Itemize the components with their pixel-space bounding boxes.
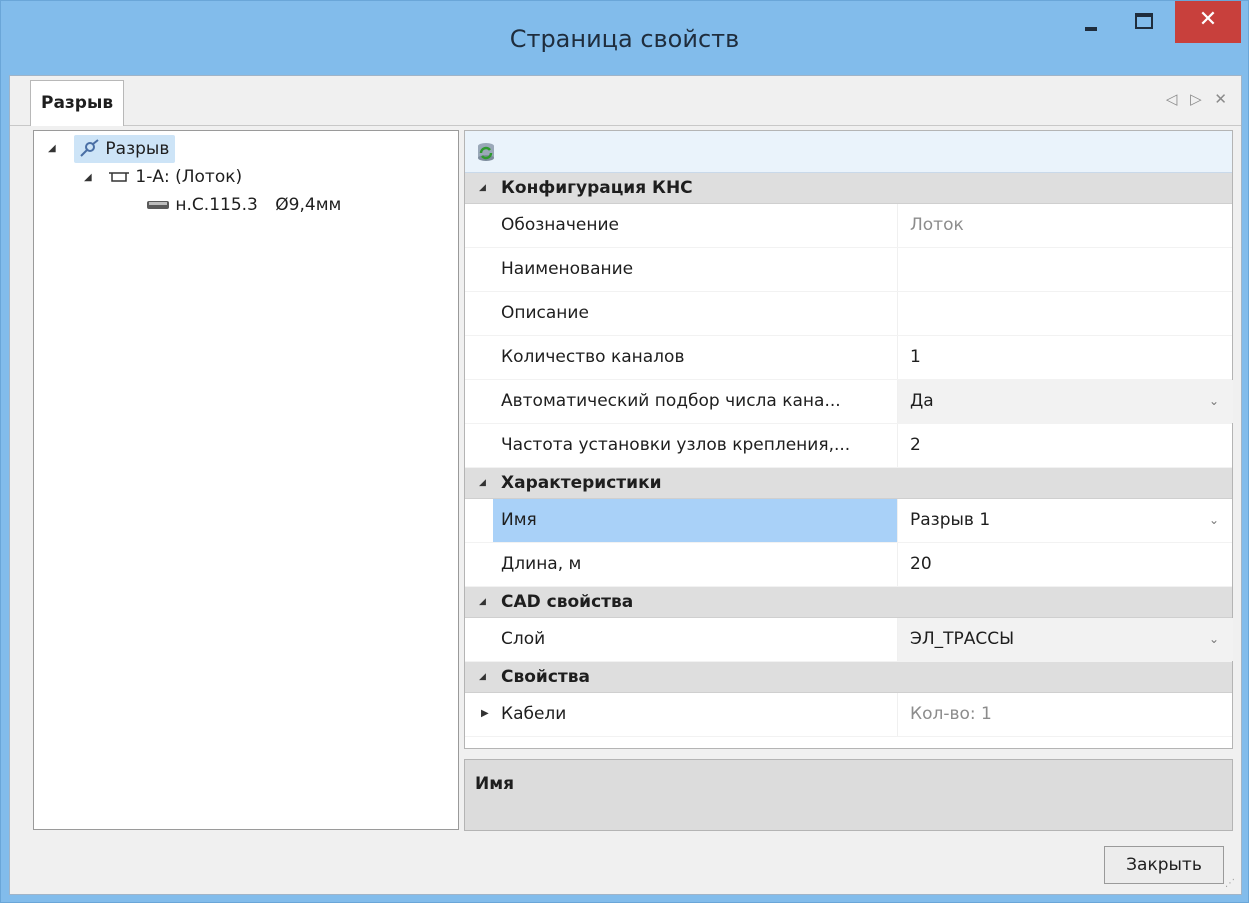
property-value-cables[interactable]: Кол-во: 1 <box>897 693 1233 736</box>
tray-icon <box>109 172 129 182</box>
property-value-length[interactable]: 20 <box>897 543 1233 586</box>
property-description-title: Имя <box>475 774 515 794</box>
category-cad-properties[interactable]: ◢ CAD свойства <box>465 587 1232 618</box>
property-value-designation[interactable]: Лоток <box>897 204 1233 247</box>
tree-node-cable[interactable]: н.С.115.3 Ø9,4мм <box>146 191 341 219</box>
minimize-button[interactable] <box>1069 1 1113 41</box>
property-grid: ◢ Конфигурация КНС Обозначение Лоток Наи… <box>464 130 1233 749</box>
property-description-panel: Имя <box>464 759 1233 831</box>
object-tree: ◢ Разрыв ◢ 1-А: (Лоток) н.С.115.3 Ø9,4мм <box>33 130 459 830</box>
chevron-down-icon: ⌄ <box>1208 513 1219 527</box>
maximize-button[interactable] <box>1121 1 1167 41</box>
property-row-cables[interactable]: ▶ Кабели Кол-во: 1 <box>465 693 1232 737</box>
tab-navigation-icons[interactable]: ◁ ▷ ✕ <box>1166 90 1231 108</box>
chevron-down-icon: ⌄ <box>1208 394 1219 408</box>
property-dropdown-object-name[interactable]: Разрыв 1 ⌄ <box>897 499 1233 542</box>
collapse-category-icon[interactable]: ◢ <box>479 673 486 682</box>
collapse-category-icon[interactable]: ◢ <box>479 598 486 607</box>
property-rows: ◢ Конфигурация КНС Обозначение Лоток Наи… <box>465 173 1233 737</box>
collapse-category-icon[interactable]: ◢ <box>479 479 486 488</box>
property-grid-toolbar <box>465 131 1232 173</box>
tab-strip: Разрыв ◁ ▷ ✕ <box>10 76 1241 126</box>
category-configuration[interactable]: ◢ Конфигурация КНС <box>465 173 1232 204</box>
tree-node-root-label: Разрыв <box>105 139 170 159</box>
tab-break[interactable]: Разрыв <box>30 80 125 126</box>
property-row-name[interactable]: Наименование <box>465 248 1232 292</box>
tree-node-cable-label: н.С.115.3 <box>175 195 258 215</box>
property-row-mount-frequency[interactable]: Частота установки узлов крепления,... 2 <box>465 424 1232 468</box>
title-bar[interactable]: Страница свойств ✕ <box>1 1 1248 75</box>
property-value-channel-count[interactable]: 1 <box>897 336 1233 379</box>
property-value-description[interactable] <box>897 292 1233 335</box>
close-button[interactable]: Закрыть <box>1104 846 1224 884</box>
minimize-icon <box>1085 27 1097 31</box>
property-value-mount-frequency[interactable]: 2 <box>897 424 1233 467</box>
tree-node-cable-diameter: Ø9,4мм <box>275 195 342 215</box>
resize-grip-icon[interactable]: ⋰ <box>1225 878 1239 892</box>
window-title: Страница свойств <box>509 25 740 53</box>
client-area: Разрыв ◁ ▷ ✕ ◢ Разрыв ◢ 1-А: (Лоток) н.С… <box>9 75 1242 895</box>
category-characteristics[interactable]: ◢ Характеристики <box>465 468 1232 499</box>
property-row-auto-channel-selection[interactable]: Автоматический подбор числа кана... Да ⌄ <box>465 380 1233 424</box>
property-row-object-name[interactable]: Имя Разрыв 1 ⌄ <box>465 499 1232 543</box>
collapse-root-icon[interactable]: ◢ <box>48 144 58 154</box>
expand-row-icon[interactable]: ▶ <box>481 709 489 719</box>
maximize-icon <box>1135 13 1153 29</box>
collapse-category-icon[interactable]: ◢ <box>479 184 486 193</box>
properties-window: Страница свойств ✕ Разрыв ◁ ▷ ✕ ◢ Разрыв… <box>0 0 1249 903</box>
close-icon: ✕ <box>1198 7 1218 32</box>
property-row-layer[interactable]: Слой ЭЛ_ТРАССЫ ⌄ <box>465 618 1233 662</box>
chevron-down-icon: ⌄ <box>1208 632 1219 646</box>
refresh-database-icon[interactable] <box>475 141 497 163</box>
close-window-button[interactable]: ✕ <box>1175 1 1241 43</box>
property-dropdown-layer[interactable]: ЭЛ_ТРАССЫ ⌄ <box>897 618 1233 661</box>
collapse-child-icon[interactable]: ◢ <box>84 173 94 183</box>
property-row-channel-count[interactable]: Количество каналов 1 <box>465 336 1232 380</box>
break-icon <box>80 139 99 157</box>
property-row-description[interactable]: Описание <box>465 292 1232 336</box>
property-value-name[interactable] <box>897 248 1233 291</box>
cable-icon <box>147 201 169 209</box>
category-properties[interactable]: ◢ Свойства <box>465 662 1232 693</box>
tree-node-tray[interactable]: 1-А: (Лоток) <box>108 163 242 191</box>
property-dropdown-auto-channel-selection[interactable]: Да ⌄ <box>897 380 1233 423</box>
tree-node-root[interactable]: Разрыв <box>74 135 176 163</box>
property-row-designation[interactable]: Обозначение Лоток <box>465 204 1232 248</box>
tree-node-tray-label: 1-А: (Лоток) <box>135 167 243 187</box>
property-row-length[interactable]: Длина, м 20 <box>465 543 1232 587</box>
